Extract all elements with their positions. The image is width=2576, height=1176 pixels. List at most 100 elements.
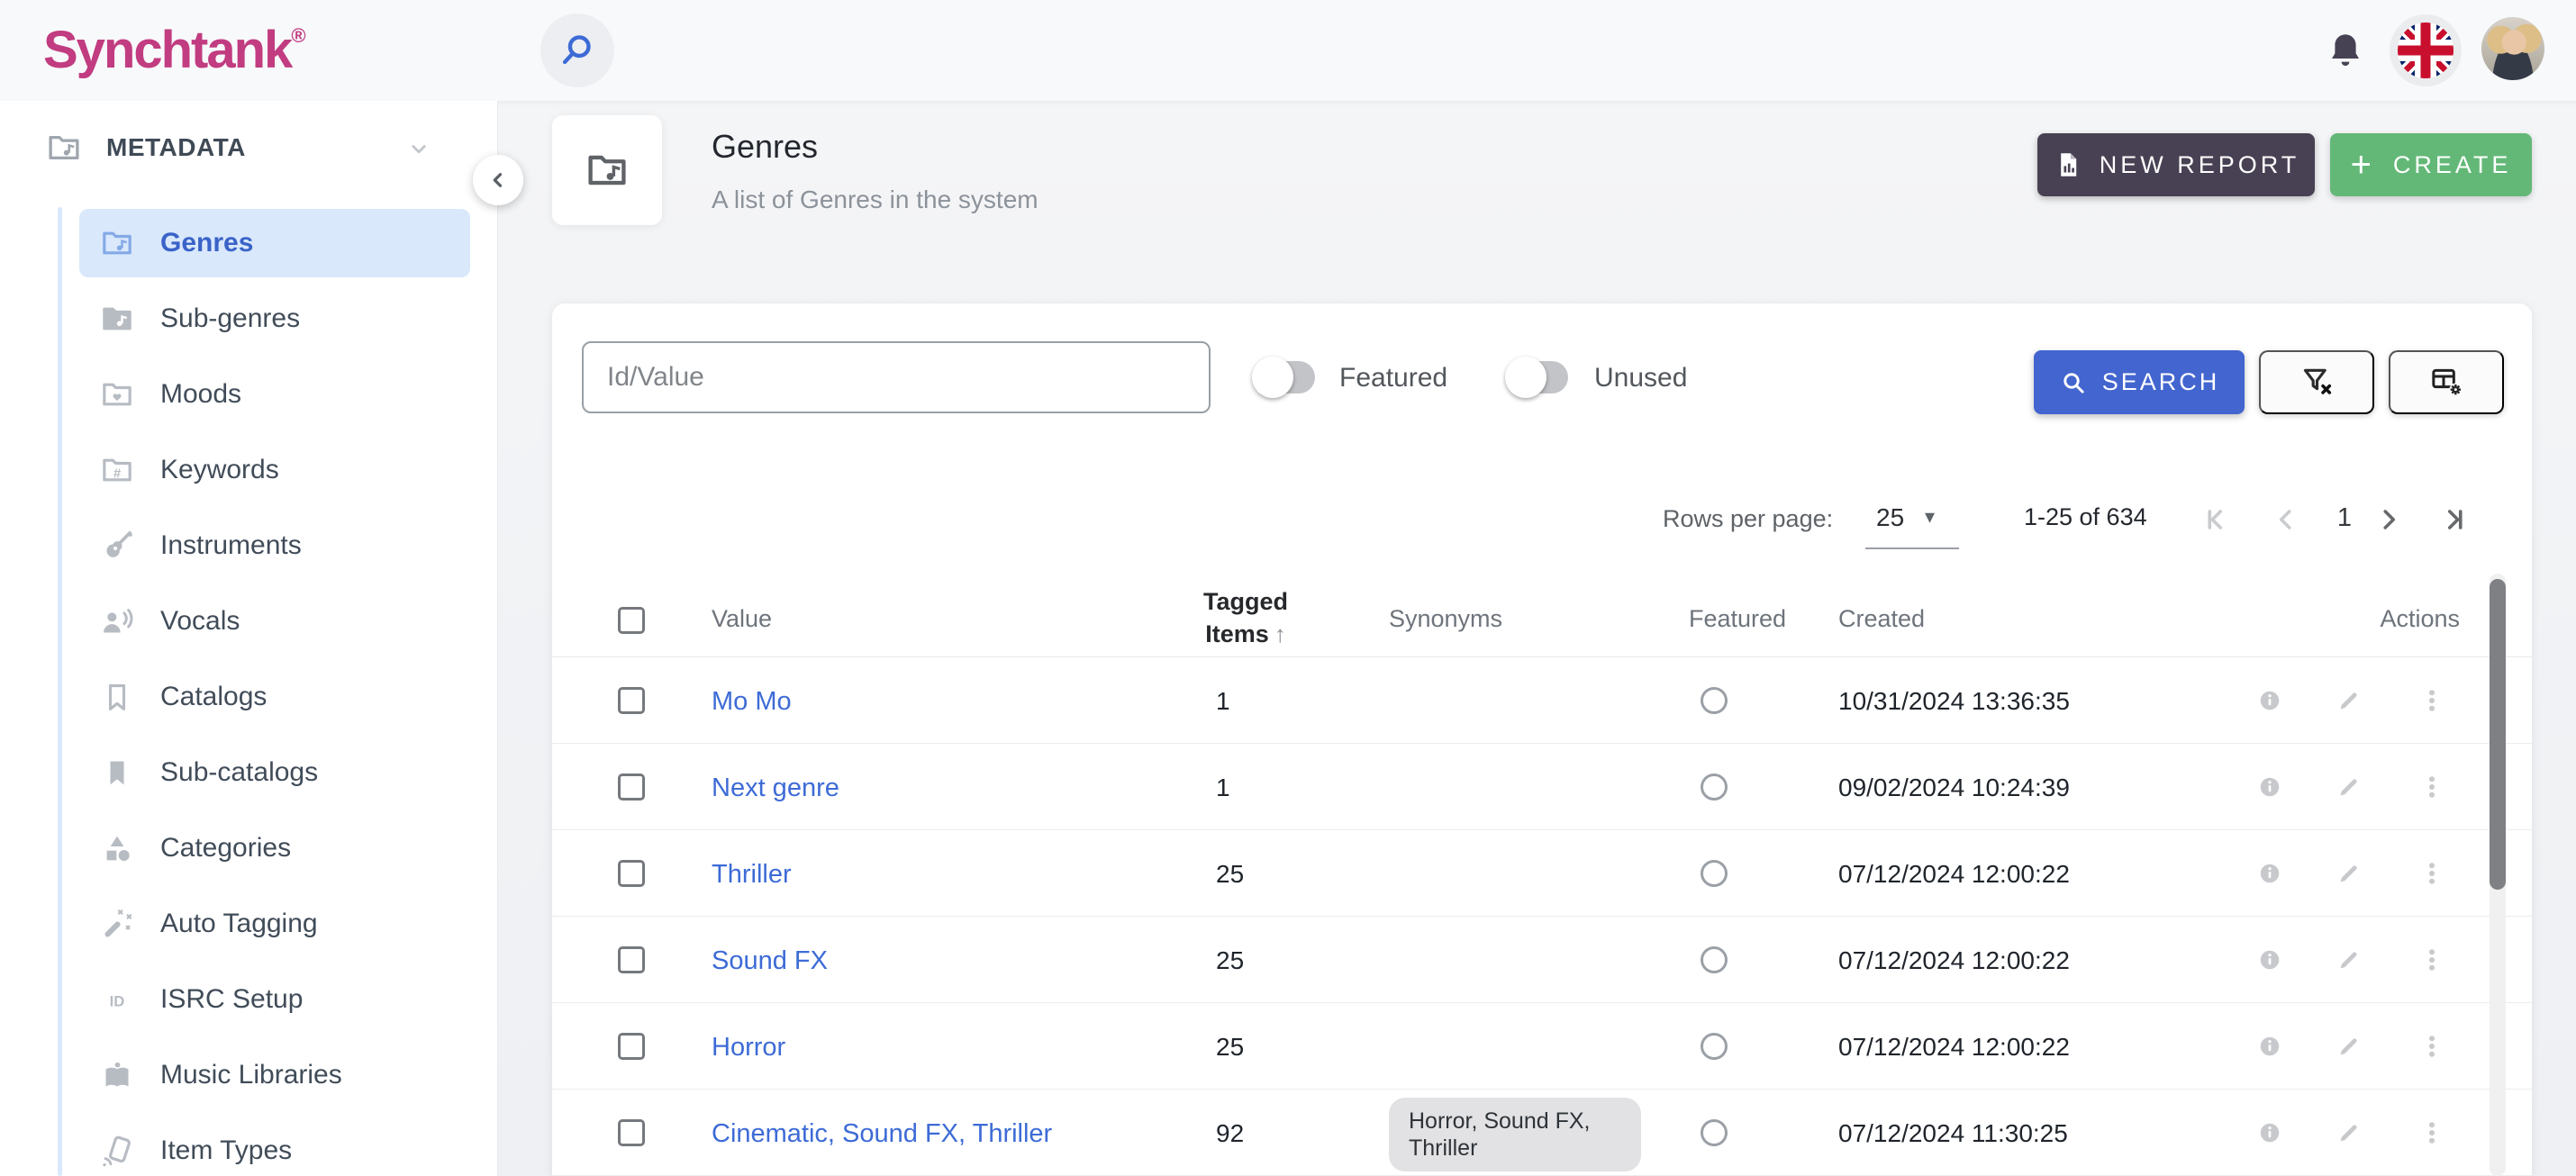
language-selector[interactable] [2390,14,2462,86]
sidebar-item-sub-genres[interactable]: Sub-genres [0,294,498,344]
edit-button[interactable] [2336,687,2363,714]
table-scrollbar-thumb[interactable] [2490,579,2506,890]
kebab-icon [2429,690,2435,711]
sidebar-item-label: Item Types [160,1135,293,1165]
featured-radio[interactable] [1701,946,1728,973]
kebab-menu-button[interactable] [2418,687,2445,714]
edit-button[interactable] [2336,946,2363,973]
kebab-menu-button[interactable] [2418,773,2445,801]
edit-button[interactable] [2336,773,2363,801]
bookmark-icon [108,683,126,710]
genre-link[interactable]: Cinematic, Sound FX, Thriller [712,1119,1052,1149]
row-checkbox[interactable] [618,946,645,973]
page-title: Genres [712,128,819,165]
kebab-menu-button[interactable] [2418,1033,2445,1060]
sidebar-collapse-button[interactable] [473,155,523,205]
select-all-checkbox[interactable] [618,607,645,634]
first-page-button[interactable] [2200,503,2232,536]
search-icon [2064,372,2084,394]
column-header-synonyms[interactable]: Synonyms [1389,605,1502,633]
table-row: Next genre 1 09/02/2024 10:24:39 [552,744,2532,830]
pencil-icon [2340,1125,2357,1142]
genre-link[interactable]: Horror [712,1033,785,1063]
sidebar-section-metadata[interactable]: METADATA [0,122,498,173]
info-button[interactable] [2256,1033,2283,1060]
kebab-icon [2429,863,2435,884]
genre-link[interactable]: Mo Mo [712,687,792,717]
search-button[interactable]: SEARCH [2034,350,2245,414]
row-checkbox[interactable] [618,1033,645,1060]
clear-filters-button[interactable] [2259,350,2374,414]
sidebar-item-item-types[interactable]: Item Types [0,1126,498,1176]
brand-logo[interactable]: Synchtank® [43,20,306,80]
featured-radio[interactable] [1701,773,1728,801]
caret-down-icon[interactable]: ▾ [1925,505,1935,529]
edit-button[interactable] [2336,1119,2363,1146]
column-header-featured[interactable]: Featured [1689,605,1786,633]
genre-link[interactable]: Sound FX [712,946,828,976]
sidebar-item-categories[interactable]: Categories [0,823,498,873]
sidebar-item-auto-tagging[interactable]: Auto Tagging [0,899,498,949]
search-icon [558,30,597,72]
featured-radio[interactable] [1701,1119,1728,1146]
column-header-created[interactable]: Created [1838,605,1925,633]
kebab-icon [2429,776,2435,798]
row-checkbox[interactable] [618,687,645,714]
edit-button[interactable] [2336,1033,2363,1060]
tagged-items-count: 25 [1216,860,1245,888]
sidebar-item-catalogs[interactable]: Catalogs [0,672,498,722]
sidebar-item-genres[interactable]: Genres [0,209,498,277]
sidebar-item-keywords[interactable]: # Keywords [0,445,498,495]
sidebar-item-instruments[interactable]: Instruments [0,520,498,571]
genre-link[interactable]: Next genre [712,773,839,803]
featured-radio[interactable] [1701,1033,1728,1060]
table-scrollbar-track[interactable] [2490,574,2506,1176]
bookmark-filled-icon [110,761,124,785]
sidebar-item-music-libraries[interactable]: Music Libraries [0,1050,498,1100]
next-page-button[interactable] [2372,503,2405,536]
sidebar-item-isrc-setup[interactable]: ID ISRC Setup [0,974,498,1025]
global-search-button[interactable] [540,14,614,87]
topbar: Synchtank® [0,0,2576,101]
kebab-icon [2429,1036,2435,1057]
row-checkbox[interactable] [618,1119,645,1146]
id-icon: ID [110,993,125,1010]
featured-toggle[interactable] [1252,357,1315,398]
sidebar-item-moods[interactable]: Moods [0,369,498,420]
info-button[interactable] [2256,946,2283,973]
unused-toggle[interactable] [1505,357,1568,398]
sidebar-item-vocals[interactable]: Vocals [0,596,498,647]
featured-radio[interactable] [1701,687,1728,714]
sidebar-item-label: Instruments [160,530,302,560]
notifications-bell-icon[interactable] [2324,27,2367,74]
table-row: Thriller 25 07/12/2024 12:00:22 [552,830,2532,917]
column-header-value[interactable]: Value [712,605,772,633]
kebab-menu-button[interactable] [2418,860,2445,887]
kebab-menu-button[interactable] [2418,1119,2445,1146]
folder-music-icon [103,231,132,255]
column-header-tagged-items[interactable]: Tagged Items ↑ [1187,585,1304,650]
featured-radio[interactable] [1701,860,1728,887]
kebab-menu-button[interactable] [2418,946,2445,973]
created-date: 07/12/2024 12:00:22 [1838,860,2070,888]
id-value-search-input[interactable] [582,341,1211,413]
main-content: Genres A list of Genres in the system NE… [498,101,2576,1176]
rows-per-page-select[interactable]: 25 [1876,503,1904,532]
last-page-button[interactable] [2438,503,2471,536]
row-checkbox[interactable] [618,773,645,801]
row-checkbox[interactable] [618,860,645,887]
new-report-button[interactable]: NEW REPORT [2037,133,2315,196]
shapes-icon [106,836,130,861]
genre-link[interactable]: Thriller [712,860,792,890]
edit-button[interactable] [2336,860,2363,887]
user-avatar[interactable] [2481,17,2544,80]
info-button[interactable] [2256,860,2283,887]
sidebar-item-sub-catalogs[interactable]: Sub-catalogs [0,747,498,798]
info-button[interactable] [2256,1119,2283,1146]
create-button[interactable]: + CREATE [2330,133,2532,196]
info-button[interactable] [2256,773,2283,801]
prev-page-button[interactable] [2270,503,2302,536]
info-button[interactable] [2256,687,2283,714]
column-settings-button[interactable] [2389,350,2504,414]
table-row: Cinematic, Sound FX, Thriller 92 Horror,… [552,1090,2532,1176]
